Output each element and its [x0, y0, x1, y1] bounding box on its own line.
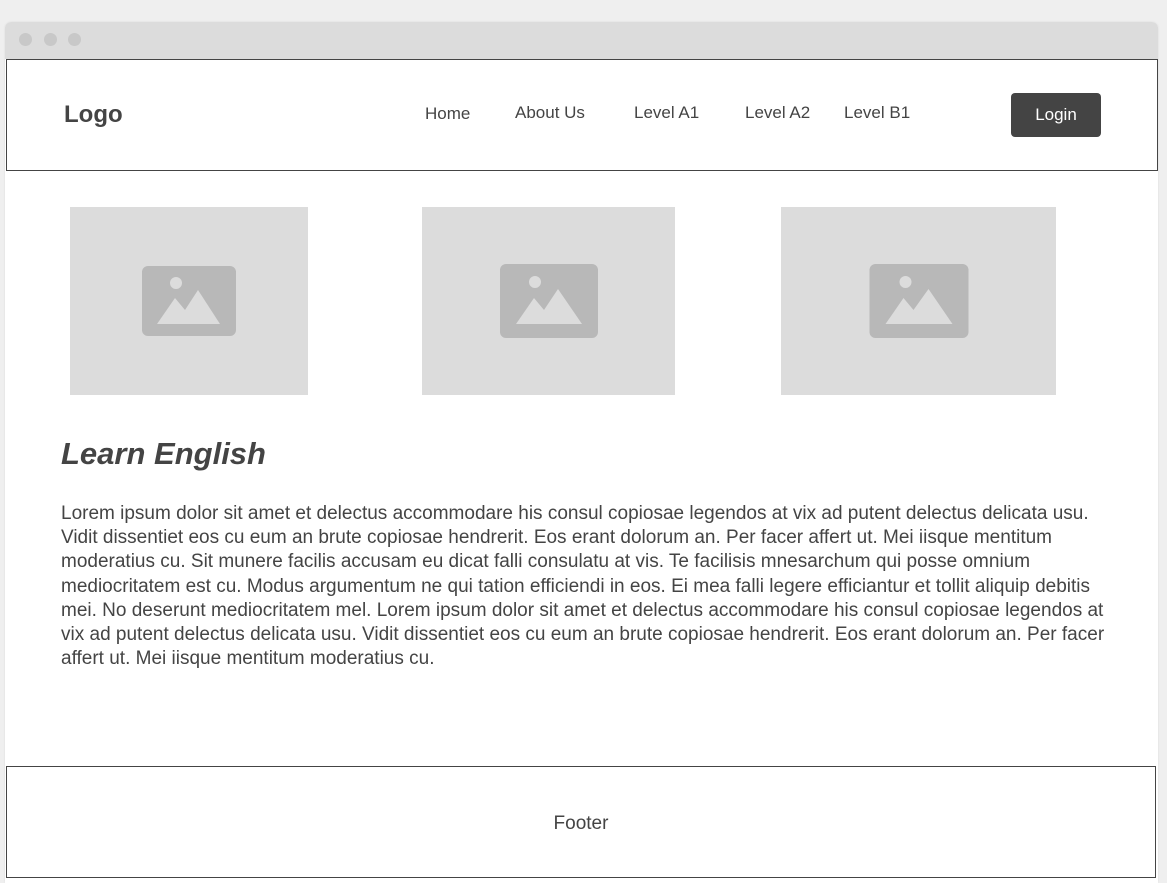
nav-link-home[interactable]: Home: [425, 104, 470, 124]
page-title: Learn English: [61, 436, 266, 471]
site-footer: Footer: [6, 766, 1156, 878]
window-control-dot[interactable]: [68, 33, 81, 46]
image-icon: [499, 264, 598, 338]
image-placeholder: [781, 207, 1056, 395]
browser-window: Logo Home About Us Level A1 Level A2 Lev…: [5, 22, 1158, 883]
image-placeholder: [70, 207, 308, 395]
footer-label: Footer: [553, 813, 609, 834]
window-control-dot[interactable]: [44, 33, 57, 46]
body-paragraph: Lorem ipsum dolor sit amet et delectus a…: [61, 503, 1105, 670]
window-titlebar: [5, 22, 1158, 59]
nav-link-level-a2[interactable]: Level A2: [745, 103, 810, 123]
nav-link-about-us[interactable]: About Us: [515, 103, 585, 123]
window-control-dot[interactable]: [19, 33, 32, 46]
logo[interactable]: Logo: [64, 101, 123, 129]
image-icon: [142, 266, 236, 336]
nav-link-level-b1[interactable]: Level B1: [844, 103, 910, 123]
image-icon: [869, 264, 968, 338]
login-button[interactable]: Login: [1011, 93, 1101, 137]
site-header: Logo Home About Us Level A1 Level A2 Lev…: [6, 59, 1158, 171]
image-placeholder: [422, 207, 675, 395]
nav-link-level-a1[interactable]: Level A1: [634, 103, 699, 123]
